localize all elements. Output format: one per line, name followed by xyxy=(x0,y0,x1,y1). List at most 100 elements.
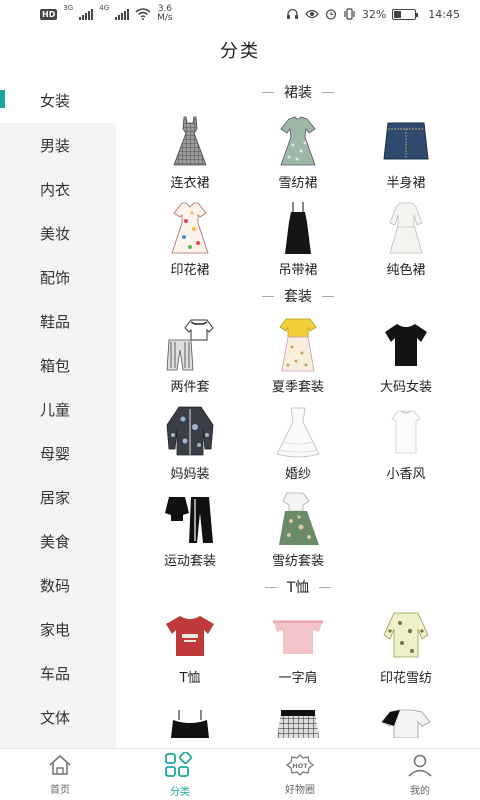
denim-skirt-icon xyxy=(376,113,436,169)
section-title: T恤 xyxy=(286,580,310,596)
sidebar-item-5[interactable]: 鞋品 xyxy=(0,299,116,343)
section-title: 套装 xyxy=(284,289,312,305)
subcategory-label: 连衣裙 xyxy=(170,176,210,191)
divider-dash xyxy=(322,295,334,297)
battery-percent: 32% xyxy=(361,7,387,21)
sidebar-item-12[interactable]: 家电 xyxy=(0,607,116,651)
subcategory-label: 雪纺裙 xyxy=(278,176,318,191)
sidebar-item-label: 配饰 xyxy=(40,268,71,287)
subcategory-item[interactable]: 一字肩 xyxy=(245,602,351,689)
sidebar-item-label: 内衣 xyxy=(40,180,71,199)
black-camisole-icon xyxy=(160,695,220,748)
subcategory-item[interactable]: 吊带裙 xyxy=(245,194,351,281)
sidebar-item-6[interactable]: 箱包 xyxy=(0,343,116,387)
subcategory-label: 半身裙 xyxy=(386,176,426,191)
sidebar-item-2[interactable]: 内衣 xyxy=(0,167,116,211)
subcategory-label: 一字肩 xyxy=(278,671,318,686)
subcategory-item[interactable]: 半身裙 xyxy=(353,107,459,194)
sidebar-item-8[interactable]: 母婴 xyxy=(0,431,116,475)
sidebar-item-14[interactable]: 文体 xyxy=(0,695,116,739)
subcategory-label: T恤 xyxy=(179,671,201,686)
sidebar-item-9[interactable]: 居家 xyxy=(0,475,116,519)
subcategory-item[interactable] xyxy=(137,689,243,748)
sidebar-item-label: 箱包 xyxy=(40,356,71,375)
subcategory-item[interactable]: 印花裙 xyxy=(137,194,243,281)
plaid-top-icon xyxy=(268,695,328,748)
subcategory-item[interactable]: 两件套 xyxy=(137,311,243,398)
divider-dash xyxy=(319,586,332,588)
subcategory-item[interactable]: 纯色裙 xyxy=(353,194,459,281)
subcategory-label: 印花裙 xyxy=(170,263,210,278)
nav-item-1[interactable]: 分类 xyxy=(120,749,240,800)
status-bar: HD 3G 4G 3.6 M/s 32% 14:45 xyxy=(0,0,480,28)
subcategory-item[interactable]: 夏季套装 xyxy=(245,311,351,398)
nav-label: 好物圈 xyxy=(285,784,315,796)
print-dress-icon xyxy=(160,200,220,256)
white-top-icon xyxy=(376,404,436,460)
two-piece-icon xyxy=(160,317,220,373)
subcategory-panel: 裙装 连衣裙 雪纺裙 半身裙 印花裙 吊带裙 纯色裙 套装 两件套 夏季套装 大码女装 妈妈装 婚纱 小香… xyxy=(116,77,480,748)
subcategory-label: 运动套装 xyxy=(163,554,216,569)
user-icon xyxy=(407,753,433,780)
sidebar-item-label: 鞋品 xyxy=(40,312,71,331)
nav-label: 分类 xyxy=(170,786,190,798)
print-chiffon-top-icon xyxy=(376,608,436,664)
vibrate-icon xyxy=(344,8,355,20)
subcategory-item[interactable]: 大码女装 xyxy=(353,311,459,398)
sidebar-item-10[interactable]: 美食 xyxy=(0,519,116,563)
battery-icon xyxy=(392,8,419,20)
subcategory-label: 印花雪纺 xyxy=(379,671,432,686)
page-title: 分类 xyxy=(220,41,260,62)
subcategory-item[interactable]: 印花雪纺 xyxy=(353,602,459,689)
divider-dash xyxy=(262,295,274,297)
subcategory-item[interactable]: 连衣裙 xyxy=(137,107,243,194)
sidebar-item-label: 美食 xyxy=(40,532,71,551)
home-icon xyxy=(47,754,73,779)
alarm-icon xyxy=(325,9,336,20)
sidebar-item-label: 家电 xyxy=(40,620,71,639)
sidebar-item-label: 女装 xyxy=(40,91,71,110)
black-tee-icon xyxy=(376,317,436,373)
subcategory-label: 大码女装 xyxy=(379,380,432,395)
sidebar-item-label: 居家 xyxy=(40,488,71,507)
sidebar-item-4[interactable]: 配饰 xyxy=(0,255,116,299)
nav-item-0[interactable]: 首页 xyxy=(0,749,120,800)
bottom-navigation: 首页 分类 HOT 好物圈 我的 xyxy=(0,748,480,800)
sidebar-item-1[interactable]: 男装 xyxy=(0,123,116,167)
sidebar-item-11[interactable]: 数码 xyxy=(0,563,116,607)
network-type-3g: 3G xyxy=(63,4,74,12)
sidebar-item-13[interactable]: 车品 xyxy=(0,651,116,695)
subcategory-label: 夏季套装 xyxy=(271,380,324,395)
subcategory-item[interactable] xyxy=(245,689,351,748)
subcategory-item[interactable]: 雪纺套装 xyxy=(245,485,351,572)
subcategory-item[interactable]: 妈妈装 xyxy=(137,398,243,485)
subcategory-item[interactable] xyxy=(353,689,459,748)
network-speed: 3.6 M/s xyxy=(157,4,173,23)
nav-item-3[interactable]: 我的 xyxy=(360,749,480,800)
nav-label: 首页 xyxy=(50,784,70,796)
plaid-dress-icon xyxy=(160,113,220,169)
subcategory-item[interactable]: 小香风 xyxy=(353,398,459,485)
section-header: T恤 xyxy=(116,572,480,602)
subcategory-item[interactable]: T恤 xyxy=(137,602,243,689)
subcategory-item[interactable]: 雪纺裙 xyxy=(245,107,351,194)
sidebar-item-label: 男装 xyxy=(40,136,71,155)
sidebar-item-0[interactable]: 女装 xyxy=(0,77,116,123)
signal-strength-icon xyxy=(115,8,130,20)
wedding-dress-icon xyxy=(268,404,328,460)
subcategory-label: 纯色裙 xyxy=(386,263,426,278)
network-type-4g: 4G xyxy=(99,4,110,12)
sport-set-icon xyxy=(160,491,220,547)
floral-jacket-icon xyxy=(160,404,220,460)
subcategory-grid: T恤 一字肩 印花雪纺 xyxy=(116,602,480,748)
sidebar-item-3[interactable]: 美妆 xyxy=(0,211,116,255)
category-sidebar: 女装男装内衣美妆配饰鞋品箱包儿童 母婴居家美食数码家电车品 文体 xyxy=(0,77,116,748)
subcategory-label: 两件套 xyxy=(170,380,210,395)
sidebar-item-7[interactable]: 儿童 xyxy=(0,387,116,431)
divider-dash xyxy=(262,91,274,93)
subcategory-item[interactable]: 运动套装 xyxy=(137,485,243,572)
subcategory-item[interactable]: 婚纱 xyxy=(245,398,351,485)
category-icon xyxy=(164,750,196,781)
nav-item-2[interactable]: HOT 好物圈 xyxy=(240,749,360,800)
signal-strength-icon xyxy=(79,8,94,20)
